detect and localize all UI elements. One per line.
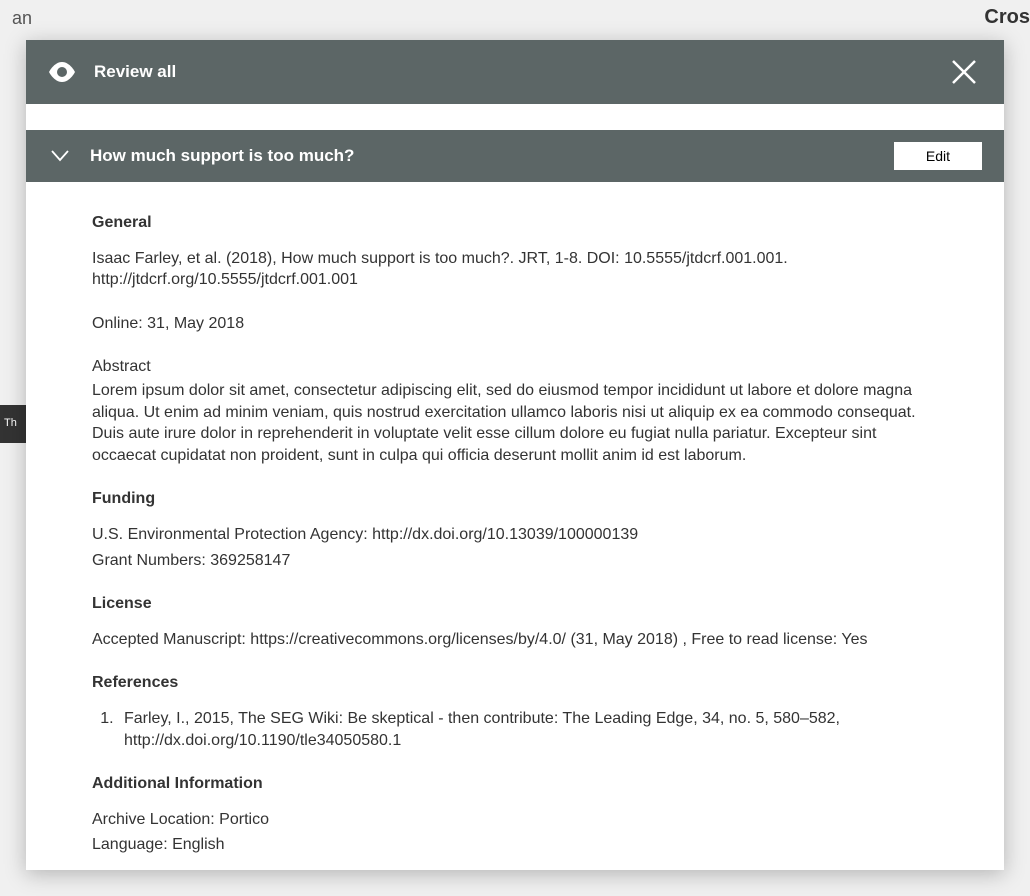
references-heading: References	[92, 672, 938, 694]
backdrop-sidebar-stub: Th	[0, 405, 28, 443]
funding-agency: U.S. Environmental Protection Agency: ht…	[92, 524, 938, 546]
license-heading: License	[92, 593, 938, 615]
header-gap	[26, 104, 1004, 130]
record-title: How much support is too much?	[90, 146, 354, 166]
backdrop-fragment-left: an	[12, 8, 32, 29]
record-content: General Isaac Farley, et al. (2018), How…	[26, 182, 1004, 870]
online-date: Online: 31, May 2018	[92, 313, 938, 335]
abstract-label: Abstract	[92, 356, 938, 378]
modal-title: Review all	[94, 62, 176, 82]
review-modal: Review all How much support is too much?…	[26, 40, 1004, 870]
record-header: How much support is too much? Edit	[26, 130, 1004, 182]
language-text: Language: English	[92, 834, 938, 856]
general-heading: General	[92, 212, 938, 234]
eye-icon	[48, 58, 76, 86]
backdrop-fragment-right: Cros	[984, 6, 1030, 29]
edit-button[interactable]: Edit	[894, 142, 982, 170]
license-text: Accepted Manuscript: https://creativecom…	[92, 629, 938, 651]
reference-list: Farley, I., 2015, The SEG Wiki: Be skept…	[92, 708, 938, 751]
additional-heading: Additional Information	[92, 773, 938, 795]
archive-location: Archive Location: Portico	[92, 809, 938, 831]
modal-header: Review all	[26, 40, 1004, 104]
funding-heading: Funding	[92, 488, 938, 510]
abstract-text: Lorem ipsum dolor sit amet, consectetur …	[92, 380, 938, 466]
funding-grant: Grant Numbers: 369258147	[92, 550, 938, 572]
citation-text: Isaac Farley, et al. (2018), How much su…	[92, 248, 938, 291]
chevron-down-icon[interactable]	[48, 144, 72, 168]
reference-item: Farley, I., 2015, The SEG Wiki: Be skept…	[118, 708, 938, 751]
close-button[interactable]	[946, 54, 982, 90]
